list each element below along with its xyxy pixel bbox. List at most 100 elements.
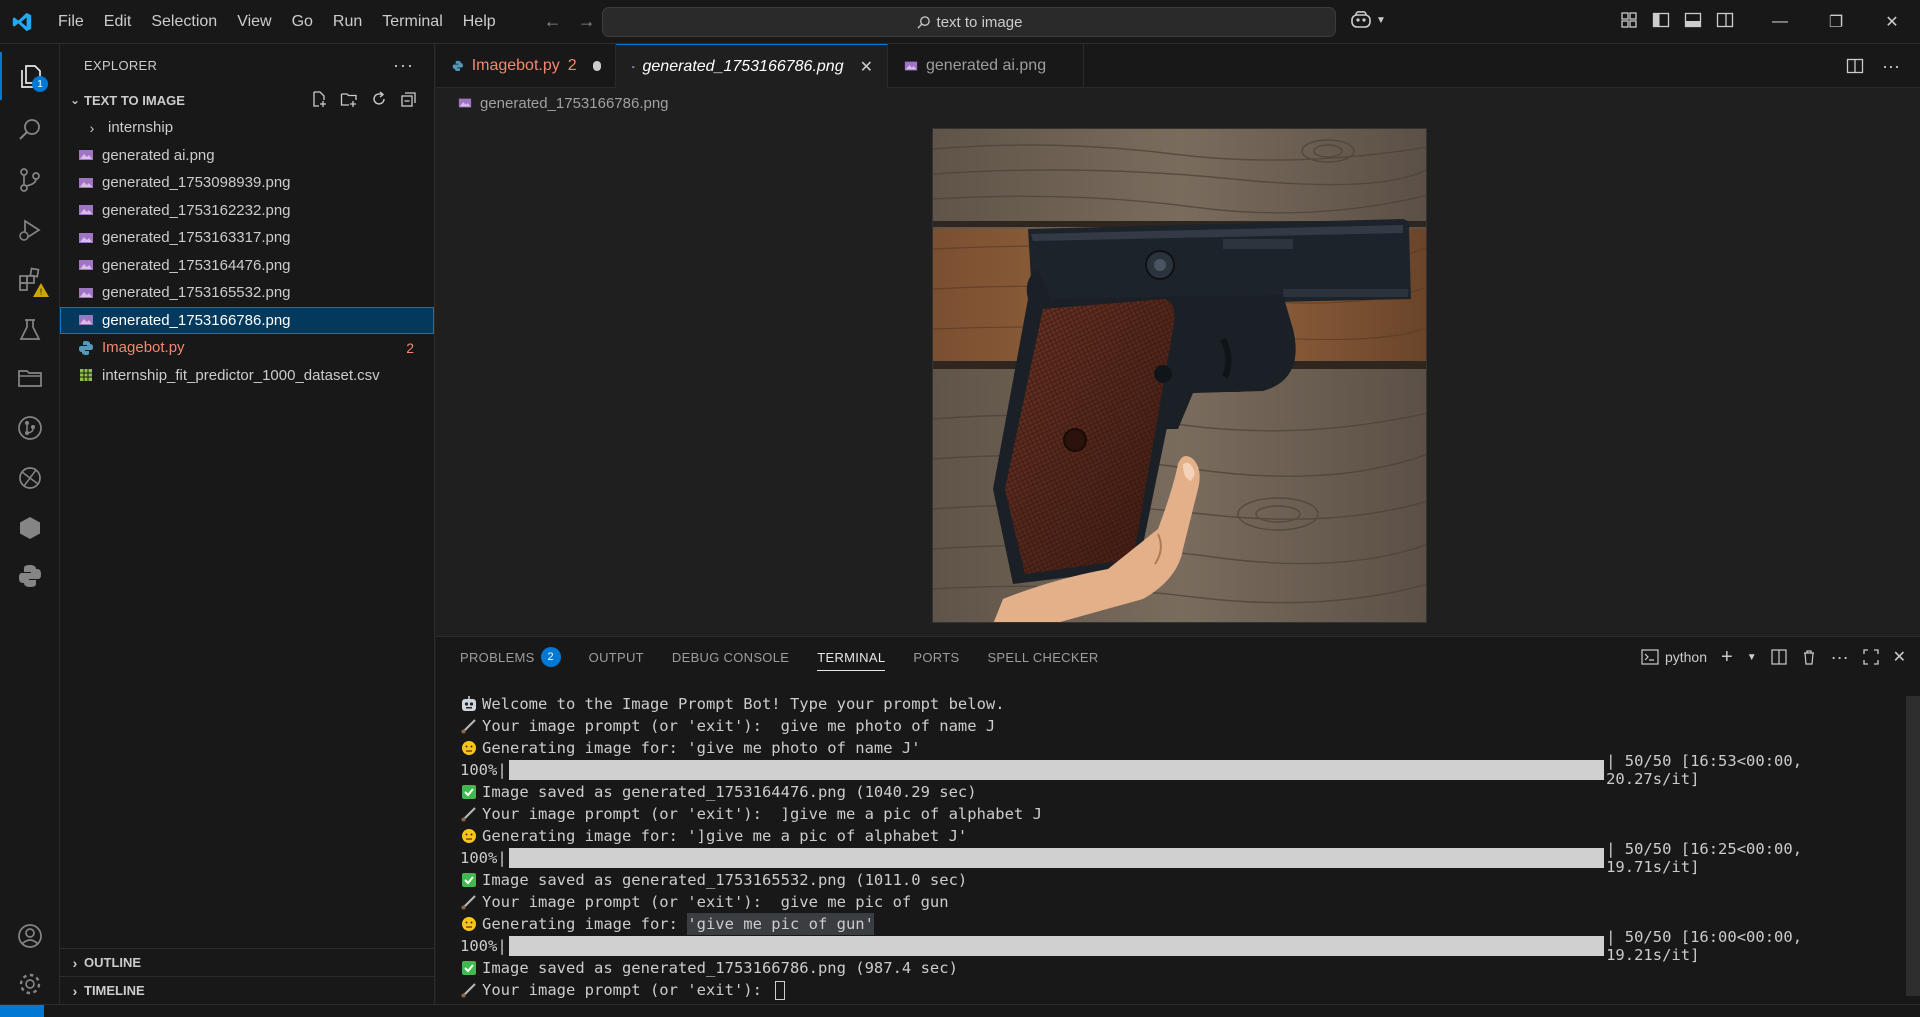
tree-file-generated-1753164476[interactable]: generated_1753164476.png [60,252,434,280]
panel-tab-spell-checker[interactable]: SPELL CHECKER [987,637,1098,677]
copilot-button[interactable]: ▼ [1350,10,1386,30]
close-tab-icon[interactable]: ✕ [860,57,873,77]
chevron-right-icon: › [72,982,78,999]
panel-tab-output[interactable]: OUTPUT [589,637,644,677]
activity-testing[interactable] [0,306,60,354]
menu-view[interactable]: View [227,0,281,44]
minimize-icon: — [1772,13,1788,30]
tab-label: generated ai.png [926,57,1047,74]
tree-file-generated-1753165532[interactable]: generated_1753165532.png [60,279,434,307]
tree-file-generated-1753098939[interactable]: generated_1753098939.png [60,169,434,197]
search-icon [916,15,930,29]
tree-file-generated-1753163317[interactable]: generated_1753163317.png [60,224,434,252]
back-arrow-icon[interactable]: ← [542,11,564,33]
toggle-primary-sidebar-icon[interactable] [1652,11,1670,29]
folder-icon [18,370,42,387]
unsaved-dot-icon[interactable] [592,61,601,71]
activity-explorer[interactable]: 1 [0,52,60,100]
tree-folder-internship[interactable]: › internship [60,114,434,142]
more-actions-icon[interactable]: ··· [1882,56,1900,77]
trash-icon[interactable] [1801,649,1817,665]
menu-selection[interactable]: Selection [141,0,227,44]
menu-run[interactable]: Run [323,0,372,44]
terminal-text: Generating image for: [482,915,688,933]
collapse-all-icon[interactable] [400,90,418,108]
maximize-panel-icon[interactable] [1862,649,1879,665]
tree-file-generated-1753162232[interactable]: generated_1753162232.png [60,197,434,225]
activity-git-graph[interactable] [0,404,60,452]
terminal-output[interactable]: Welcome to the Image Prompt Bot! Type yo… [460,693,1904,1001]
command-center-search[interactable]: text to image [602,7,1336,37]
panel-tab-problems[interactable]: PROBLEMS 2 [460,637,561,677]
split-terminal-icon[interactable] [1771,649,1787,665]
terminal-shell-selector[interactable]: python [1641,649,1707,665]
terminal-text: Generating image for: ']give me a pic of… [482,827,968,845]
tab-imagebot[interactable]: Imagebot.py 2 [436,44,616,88]
menu-go[interactable]: Go [282,0,323,44]
activity-manage[interactable] [0,960,60,1008]
refresh-icon[interactable] [370,90,388,108]
activity-extensions[interactable]: ! [0,256,60,304]
panel-tab-debug-console[interactable]: DEBUG CONSOLE [672,637,789,677]
terminal-shell-name: python [1664,649,1708,665]
activity-python[interactable] [0,552,60,600]
thinking-face-icon [462,829,476,843]
workspace-section[interactable]: ⌄ TEXT TO IMAGE [60,86,434,114]
activity-accounts[interactable] [0,912,60,960]
csv-file-icon [80,369,92,382]
outline-section[interactable]: › OUTLINE [60,948,435,976]
activity-containers[interactable] [0,504,60,552]
new-file-icon[interactable] [310,90,328,108]
beaker-icon [19,319,41,340]
new-terminal-icon[interactable]: + [1721,646,1733,669]
menu-help[interactable]: Help [453,0,506,44]
tree-file-imagebot[interactable]: Imagebot.py 2 [60,334,434,362]
close-window-button[interactable]: ✕ [1864,0,1920,44]
terminal-line: Your image prompt (or 'exit'): give me p… [460,715,1904,737]
menu-file[interactable]: File [48,0,94,44]
forward-arrow-icon[interactable]: → [576,11,598,33]
terminal-icon [1641,649,1659,665]
chevron-down-icon[interactable]: ▼ [1747,652,1757,663]
activity-run-debug[interactable] [0,206,60,254]
timeline-section[interactable]: › TIMELINE [60,976,435,1004]
toggle-panel-icon[interactable] [1684,11,1702,29]
tree-item-label: generated_1753166786.png [102,311,291,329]
panel-tab-ports[interactable]: PORTS [913,637,959,677]
terminal-line: Your image prompt (or 'exit'): [460,979,1904,1001]
command-center-text: text to image [936,13,1023,31]
tree-file-generated-ai[interactable]: generated ai.png [60,142,434,170]
terminal-line: Welcome to the Image Prompt Bot! Type yo… [460,693,1904,715]
breadcrumb-file[interactable]: generated_1753166786.png [480,95,669,112]
activity-source-control[interactable] [0,156,60,204]
minimize-button[interactable]: — [1752,0,1808,44]
toggle-secondary-sidebar-icon[interactable] [1716,11,1734,29]
more-actions-icon[interactable]: ··· [393,55,414,76]
menu-terminal[interactable]: Terminal [372,0,452,44]
activity-folders[interactable] [0,354,60,402]
tree-item-label: Imagebot.py [102,339,185,357]
restore-button[interactable]: ❐ [1808,0,1864,44]
thinking-face-icon [462,741,476,755]
remote-indicator[interactable] [0,1005,44,1017]
image-file-icon [79,315,93,326]
tab-generated-1753166786[interactable]: generated_1753166786.png ✕ [616,44,888,88]
terminal-text: Image saved as generated_1753165532.png … [482,871,968,889]
tree-file-generated-1753166786[interactable]: generated_1753166786.png [60,306,434,334]
tab-generated-ai[interactable]: generated ai.png [888,44,1084,88]
robot-icon [462,696,476,711]
panel-tab-terminal[interactable]: TERMINAL [817,637,886,677]
split-editor-icon[interactable] [1846,57,1864,75]
close-panel-icon[interactable]: ✕ [1893,647,1906,667]
activity-remote[interactable] [0,454,60,502]
more-actions-icon[interactable]: ··· [1831,647,1849,668]
new-folder-icon[interactable] [340,90,358,108]
thinking-face-icon [462,917,476,931]
vscode-logo-icon [0,0,44,44]
activity-search[interactable] [0,106,60,154]
terminal-scrollbar[interactable] [1906,696,1920,996]
customize-layout-icon[interactable] [1620,11,1638,29]
terminal-line: Your image prompt (or 'exit'): give me p… [460,891,1904,913]
menu-edit[interactable]: Edit [94,0,142,44]
tree-file-csv[interactable]: internship_fit_predictor_1000_dataset.cs… [60,362,434,390]
